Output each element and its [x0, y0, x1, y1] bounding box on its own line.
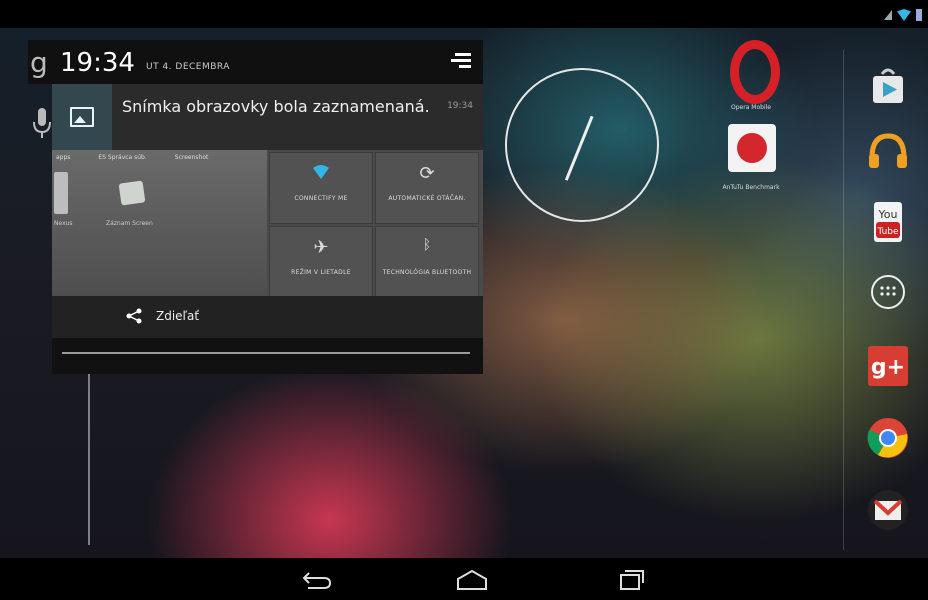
- preview-tab: ES Správca súb.: [98, 154, 147, 161]
- notification-actions: Zdieľať: [52, 296, 483, 338]
- preview-tablet-icon: [54, 172, 68, 214]
- signal-icon: [884, 10, 892, 20]
- wifi-status-icon: [897, 9, 911, 21]
- tile-label: AUTOMATICKÉ OTÁČAN.: [388, 195, 466, 202]
- status-bar[interactable]: [0, 0, 928, 28]
- notification-time: 19:34: [447, 101, 473, 111]
- navigation-bar: [0, 558, 928, 600]
- chrome-icon: [867, 418, 908, 458]
- back-button[interactable]: [298, 568, 334, 592]
- tile-label: REŽIM V LIETADLE: [291, 269, 351, 276]
- app-label-antutu: AnTuTu Benchmark: [722, 184, 780, 191]
- app-antutu[interactable]: AnTuTu Benchmark: [722, 120, 780, 191]
- quick-settings-button[interactable]: [449, 50, 471, 72]
- preview-left-text: Nexus: [54, 220, 73, 227]
- battery-icon: [916, 9, 922, 21]
- notification-icon-area: [52, 84, 112, 150]
- tile-airplane: ✈ REŽIM V LIETADLE: [269, 226, 373, 296]
- preview-quick-settings: CONNECTIFY ME ⟳ AUTOMATICKÉ OTÁČAN. ✈ RE…: [267, 150, 483, 296]
- preview-tabs: apps ES Správca súb. Screenshot: [52, 154, 271, 161]
- recent-apps-button[interactable]: [612, 568, 648, 592]
- preview-app-icon: [118, 180, 146, 206]
- airplane-icon: ✈: [313, 237, 329, 258]
- google-plus-icon: g+: [868, 346, 908, 386]
- home-icon: [457, 569, 487, 590]
- hotseat-google-plus[interactable]: g+: [864, 342, 912, 390]
- home-screen: Opera Mobile AnTuTu Benchmark You Tube g…: [0, 0, 928, 600]
- opera-icon: [730, 40, 780, 104]
- antutu-icon: [728, 124, 776, 172]
- hotseat-gmail[interactable]: [864, 486, 912, 534]
- tile-auto-rotate: ⟳ AUTOMATICKÉ OTÁČAN.: [375, 152, 479, 224]
- analog-clock-widget[interactable]: [505, 68, 659, 222]
- auto-rotate-icon: ⟳: [419, 163, 435, 184]
- preview-app-text: Záznam Screen: [106, 220, 153, 227]
- hotseat-play-music[interactable]: [864, 128, 912, 176]
- tile-label: CONNECTIFY ME: [294, 195, 348, 202]
- youtube-icon: You Tube: [874, 202, 902, 242]
- clock-time: 19:34: [60, 48, 135, 78]
- hotseat-chrome[interactable]: [864, 414, 912, 462]
- hotseat-divider: [843, 50, 844, 550]
- gmail-icon: [868, 490, 908, 530]
- minute-hand: [564, 144, 582, 181]
- screenshot-notification[interactable]: Snímka obrazovky bola zaznamenaná. 19:34: [52, 84, 483, 150]
- youtube-tube: Tube: [876, 227, 899, 237]
- play-store-icon: [873, 68, 903, 103]
- screenshot-preview[interactable]: apps ES Správca súb. Screenshot Nexus Zá…: [52, 150, 483, 296]
- home-button[interactable]: [454, 568, 490, 592]
- hotseat-youtube[interactable]: You Tube: [864, 198, 912, 246]
- drawer-header: g 19:34 UT 4. DECEMBRA: [28, 40, 483, 84]
- back-icon: [302, 572, 332, 589]
- preview-left-panel: apps ES Správca súb. Screenshot Nexus Zá…: [52, 150, 267, 296]
- youtube-you: You: [878, 208, 898, 221]
- drawer-handle[interactable]: [62, 352, 470, 354]
- wifi-icon: [270, 163, 372, 184]
- share-icon: [126, 308, 142, 324]
- hotseat-all-apps[interactable]: [864, 268, 912, 316]
- image-icon: [70, 107, 94, 127]
- tile-bluetooth: ᛒ TECHNOLÓGIA BLUETOOTH: [375, 226, 479, 296]
- share-label: Zdieľať: [156, 309, 200, 323]
- hour-hand: [579, 115, 594, 146]
- recent-apps-icon: [620, 570, 644, 590]
- google-search-icon[interactable]: g: [30, 46, 48, 79]
- clock-date: UT 4. DECEMBRA: [146, 62, 230, 72]
- drawer-timeline: [88, 345, 90, 545]
- status-icons: [884, 9, 922, 21]
- bluetooth-icon: ᛒ: [422, 237, 432, 253]
- app-opera-mobile[interactable]: Opera Mobile: [726, 40, 780, 111]
- google-plus-text: g+: [871, 355, 905, 380]
- share-button[interactable]: Zdieľať: [52, 296, 257, 338]
- notification-drawer: g 19:34 UT 4. DECEMBRA Snímka obrazovky …: [28, 40, 483, 374]
- notification-title: Snímka obrazovky bola zaznamenaná.: [122, 97, 430, 116]
- preview-tab: apps: [56, 154, 71, 161]
- app-label-opera: Opera Mobile: [731, 104, 771, 111]
- tile-wifi: CONNECTIFY ME: [269, 152, 373, 224]
- headphones-icon: [869, 133, 907, 168]
- tile-label: TECHNOLÓGIA BLUETOOTH: [382, 269, 472, 276]
- drawer-bottom: [52, 338, 483, 374]
- hotseat-play-store[interactable]: [864, 62, 912, 110]
- preview-tab: Screenshot: [174, 154, 209, 161]
- all-apps-icon: [871, 275, 905, 309]
